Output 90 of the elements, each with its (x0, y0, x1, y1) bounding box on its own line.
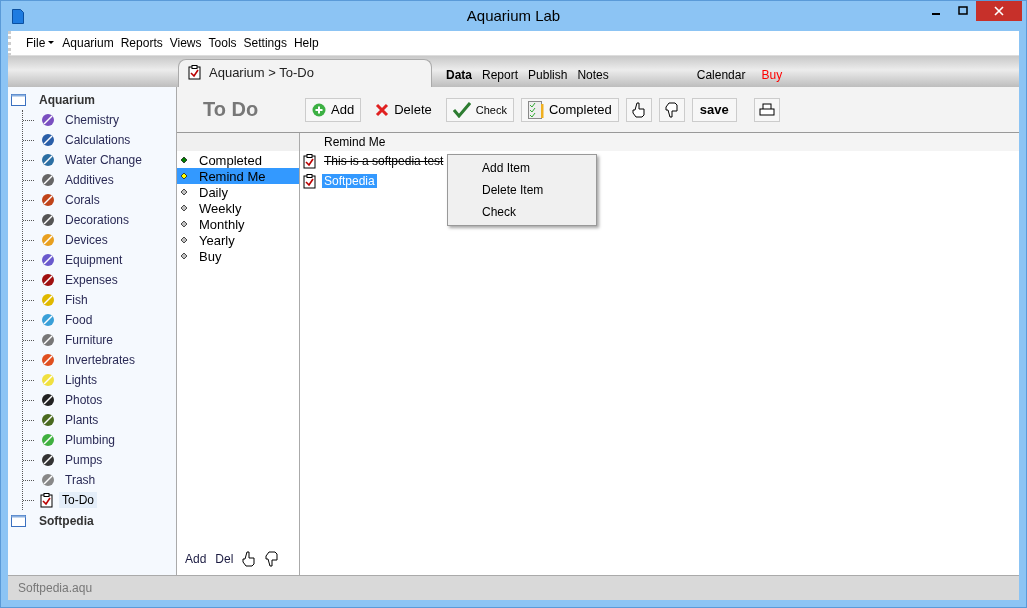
menu-item[interactable]: Add Item (448, 157, 596, 179)
checklist-icon (527, 100, 544, 119)
tab[interactable]: Aquarium > To-Do (178, 59, 432, 88)
check-icon (452, 101, 471, 118)
hand-up-icon (242, 551, 257, 567)
category-item[interactable]: Completed (177, 152, 299, 168)
clipboard-icon (303, 173, 316, 189)
tree-item[interactable]: Food (62, 312, 96, 328)
category-label: Yearly (199, 232, 235, 248)
nav-link[interactable]: Data (446, 61, 472, 82)
tree-item[interactable]: Furniture (62, 332, 117, 348)
tree-item[interactable]: To-Do (59, 492, 97, 508)
menu-item[interactable]: Help (290, 36, 322, 50)
todo-item[interactable]: This is a softpedia test (322, 154, 446, 168)
print-button[interactable] (753, 97, 780, 122)
close-icon (994, 6, 1004, 16)
action-link[interactable]: Del (215, 552, 234, 566)
folder-icon (11, 94, 26, 106)
cross-icon (375, 102, 390, 117)
printer-icon (758, 102, 775, 117)
tree-item[interactable]: Corals (62, 192, 103, 208)
tab-label: Aquarium > To-Do (209, 64, 314, 80)
category-item[interactable]: Monthly (177, 216, 299, 232)
move-up-button[interactable] (242, 551, 257, 567)
tree-item[interactable]: Devices (62, 232, 111, 248)
menu-item[interactable]: Tools (205, 36, 240, 50)
category-item[interactable]: Weekly (177, 200, 299, 216)
category-label: Daily (199, 184, 228, 200)
delete-button[interactable]: Delete (368, 97, 439, 122)
tree-item[interactable]: Plants (62, 412, 102, 428)
clipboard-icon (40, 492, 53, 508)
action-link[interactable]: Add (185, 552, 207, 566)
tree-item[interactable]: Additives (62, 172, 117, 188)
category-label: Remind Me (199, 168, 266, 184)
tree-item[interactable]: Softpedia (36, 513, 97, 529)
menu-item[interactable]: Delete Item (448, 179, 596, 201)
hand-down-icon (265, 551, 280, 567)
check-button[interactable]: Check (445, 97, 514, 122)
menu-item[interactable]: Aquarium (59, 36, 117, 50)
category-label: Buy (199, 248, 222, 264)
maximize-icon (957, 6, 968, 16)
window-title: Aquarium Lab (466, 7, 561, 24)
hand-down-icon (664, 101, 679, 118)
nav-link[interactable]: Notes (577, 61, 609, 82)
tree-item[interactable]: Decorations (62, 212, 133, 228)
clipboard-icon (303, 153, 316, 169)
tree-item[interactable]: Lights (62, 372, 101, 388)
category-label: Monthly (199, 216, 245, 232)
category-item[interactable]: Yearly (177, 232, 299, 248)
menu-item[interactable]: Check (448, 201, 596, 223)
tree-item[interactable]: Trash (62, 472, 99, 488)
tree-item[interactable]: Photos (62, 392, 106, 408)
nav-link[interactable]: Publish (528, 61, 568, 82)
move-up-button[interactable] (625, 97, 652, 122)
tree-item[interactable]: Water Change (62, 152, 145, 168)
category-item[interactable]: Remind Me (177, 168, 299, 184)
tree-item[interactable]: Equipment (62, 252, 126, 268)
plus-icon (312, 102, 326, 117)
menu-item[interactable]: Reports (117, 36, 166, 50)
move-down-button[interactable] (265, 551, 280, 567)
tree-item[interactable]: Invertebrates (62, 352, 139, 368)
save-button[interactable]: save (691, 97, 737, 122)
column-header: Remind Me (300, 133, 1019, 151)
completed-button[interactable]: Completed (520, 97, 619, 122)
page-title: To Do (202, 98, 260, 121)
tree-item[interactable]: Aquarium (36, 92, 98, 108)
menu-item[interactable]: File (23, 36, 59, 50)
add-button[interactable]: Add (305, 97, 362, 122)
folder-icon (11, 515, 26, 527)
category-label: Completed (199, 152, 262, 168)
category-item[interactable]: Buy (177, 248, 299, 264)
hand-up-icon (631, 101, 646, 118)
tree-item[interactable]: Calculations (62, 132, 134, 148)
tree-item[interactable]: Pumps (62, 452, 106, 468)
category-item[interactable]: Daily (177, 184, 299, 200)
menu-item[interactable]: Views (166, 36, 205, 50)
nav-link[interactable]: Calendar (696, 61, 746, 82)
tree-item[interactable]: Expenses (62, 272, 121, 288)
menu-item[interactable]: Settings (240, 36, 290, 50)
caret-icon (48, 41, 56, 45)
tree-item[interactable]: Fish (62, 292, 91, 308)
tree-item[interactable]: Chemistry (62, 112, 122, 128)
status-bar: Softpedia.aqu (8, 575, 1019, 600)
clipboard-icon (188, 64, 201, 80)
move-down-button[interactable] (658, 97, 685, 122)
category-label: Weekly (199, 200, 242, 216)
nav-link[interactable]: Report (482, 61, 519, 82)
tree-item[interactable]: Plumbing (62, 432, 119, 448)
app-icon (12, 8, 24, 24)
minimize-icon (931, 13, 940, 15)
